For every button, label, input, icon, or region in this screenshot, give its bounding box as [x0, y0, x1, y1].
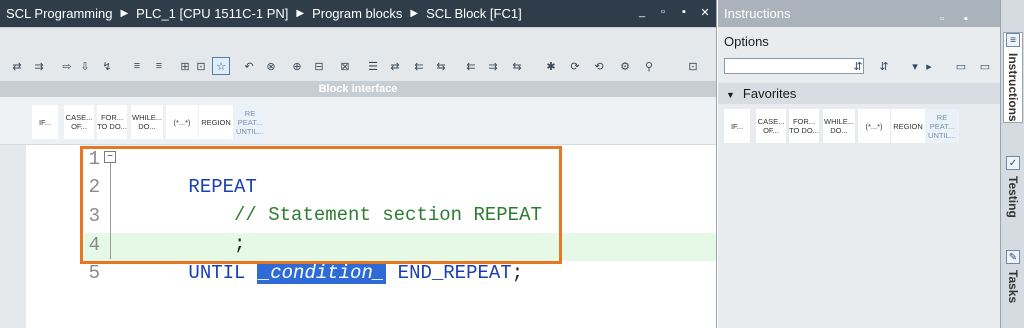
- toolbar-icon[interactable]: ⇇: [462, 57, 480, 75]
- breadcrumb: SCL Programming ▶ PLC_1 [CPU 1511C-1 PN]…: [0, 0, 716, 27]
- fold-toggle-icon[interactable]: −: [104, 151, 116, 163]
- restore-icon[interactable]: ▫: [656, 5, 670, 19]
- toolbar-icon[interactable]: ⇉: [30, 57, 48, 75]
- toolbar-icon[interactable]: ☰: [364, 57, 382, 75]
- toolbar-icon[interactable]: ⇨: [58, 57, 76, 75]
- favorites-area: IF... CASE... OF... FOR... TO DO... WHILE..…: [718, 104, 1000, 328]
- minimize-icon[interactable]: _: [635, 5, 649, 19]
- view-dropdown-icon[interactable]: ▾: [906, 58, 924, 74]
- toolbar-icon[interactable]: ⇉: [484, 57, 502, 75]
- breadcrumb-item-project[interactable]: SCL Programming: [6, 6, 112, 21]
- layout-alt-icon[interactable]: ▭: [976, 58, 994, 74]
- fav-instruction-button[interactable]: (*...*): [858, 109, 890, 143]
- toolbar-icon[interactable]: ⊗: [262, 57, 280, 75]
- instructions-title: Instructions: [724, 6, 791, 21]
- restore-icon[interactable]: ▫: [940, 6, 944, 33]
- fold-guide-line: [110, 163, 111, 259]
- toolbar-icon[interactable]: ⊡: [192, 57, 210, 75]
- fav-instruction-button[interactable]: IF...: [724, 109, 750, 143]
- editor-instruction-button[interactable]: RE PEAT... UNTIL...: [233, 105, 267, 139]
- condition-placeholder[interactable]: _condition_: [256, 262, 387, 284]
- favorites-label: Favorites: [742, 86, 797, 101]
- layout-icon[interactable]: ▭: [952, 58, 970, 74]
- breadcrumb-separator-icon: ▶: [120, 8, 129, 19]
- block-interface-bar[interactable]: Block interface: [0, 81, 716, 97]
- task-cards-bar: ≡ Instructions ✓ Testing ✎ Tasks: [1000, 0, 1024, 328]
- keyword-until: UNTIL: [188, 262, 246, 284]
- toolbar-icon[interactable]: ⟲: [590, 57, 608, 75]
- toolbar-icon[interactable]: ⚙: [616, 57, 634, 75]
- toolbar-icon[interactable]: ⚲: [640, 57, 658, 75]
- favorites-header[interactable]: ▼ Favorites: [718, 83, 1000, 104]
- editor-toolbar: ⇄ ⇉ ⇨ ⇩ ↯ ≡ ≡ ⊞ ⊡ ☆ ↶ ⊗ ⊕ ⊟ ⊠ ☰ ⇄ ⇇ ⇆ ⇇ ⇉ ⇆ ✱ ⟳ ⟲ ⚙ ⚲ ⊡: [0, 27, 716, 81]
- toolbar-icon[interactable]: ⇇: [410, 57, 428, 75]
- instruction-search-input[interactable]: [724, 58, 864, 74]
- maximize-icon[interactable]: ▪: [964, 6, 968, 33]
- maximize-icon[interactable]: ▪: [677, 5, 691, 19]
- close-icon[interactable]: ✕: [698, 5, 712, 19]
- task-card-tab[interactable]: ✎ Tasks: [1003, 250, 1023, 303]
- window-controls: _ ▫ ▪ ✕: [635, 5, 712, 19]
- chevron-right-icon[interactable]: ▸: [924, 58, 934, 74]
- search-down-icon[interactable]: ⇵: [849, 58, 867, 74]
- task-card-label: Testing: [1006, 176, 1020, 218]
- toolbar-icon[interactable]: ⊡: [684, 57, 702, 75]
- toolbar-icon[interactable]: ⊟: [310, 57, 328, 75]
- keyword-end-repeat: END_REPEAT: [397, 262, 512, 284]
- instructions-header: Instructions ▫ ▪: [718, 0, 1000, 27]
- breadcrumb-separator-icon: ▶: [296, 8, 305, 19]
- fav-instruction-button[interactable]: FOR... TO DO...: [789, 109, 819, 143]
- collapse-triangle-icon: ▼: [726, 90, 735, 100]
- toolbar-icon[interactable]: ↶: [240, 57, 258, 75]
- fav-instruction-button[interactable]: REGION: [891, 109, 925, 143]
- breadcrumb-item-plc[interactable]: PLC_1 [CPU 1511C-1 PN]: [136, 6, 288, 21]
- instruction-strip: IF... CASE... OF... FOR... TO DO... WHILE..…: [0, 97, 716, 145]
- editor-instruction-button[interactable]: WHILE... DO...: [131, 105, 163, 139]
- highlight-frame: [80, 146, 562, 264]
- breadcrumb-item-block[interactable]: SCL Block [FC1]: [426, 6, 522, 21]
- toolbar-icon[interactable]: ☆: [212, 57, 230, 75]
- editor-instruction-button[interactable]: CASE... OF...: [64, 105, 94, 139]
- task-card-label: Tasks: [1006, 270, 1020, 304]
- toolbar-icon[interactable]: ✱: [542, 57, 560, 75]
- toolbar-icon[interactable]: ≡: [128, 57, 146, 75]
- fav-instruction-button[interactable]: RE PEAT... UNTIL...: [925, 109, 959, 143]
- toolbar-icon[interactable]: ⇄: [386, 57, 404, 75]
- breadcrumb-separator-icon: ▶: [410, 8, 419, 19]
- editor-instruction-button[interactable]: FOR... TO DO...: [97, 105, 127, 139]
- task-card-tab[interactable]: ≡ Instructions: [1003, 32, 1023, 123]
- instructions-panel: Instructions ▫ ▪ Options ⇵ ⇵ ▾ ▸ ▭ ▭ ▼ Fa…: [718, 0, 1000, 328]
- options-label: Options: [724, 34, 769, 49]
- breadcrumb-item-program-blocks[interactable]: Program blocks: [312, 6, 402, 21]
- task-card-label: Instructions: [1006, 53, 1020, 122]
- task-card-icon: ≡: [1006, 33, 1020, 47]
- editor-instruction-button[interactable]: IF...: [32, 105, 58, 139]
- editor-instruction-button[interactable]: REGION: [199, 105, 233, 139]
- editor-instruction-button[interactable]: (*...*): [166, 105, 198, 139]
- task-card-icon: ✎: [1006, 250, 1020, 264]
- toolbar-icon[interactable]: ⟳: [566, 57, 584, 75]
- toolbar-icon[interactable]: ⊠: [336, 57, 354, 75]
- task-card-tab[interactable]: ✓ Testing: [1003, 156, 1023, 218]
- toolbar-icon[interactable]: ⇆: [432, 57, 450, 75]
- toolbar-icon[interactable]: ↯: [98, 57, 116, 75]
- editor-panel: SCL Programming ▶ PLC_1 [CPU 1511C-1 PN]…: [0, 0, 717, 328]
- fav-instruction-button[interactable]: WHILE... DO...: [823, 109, 855, 143]
- editor-gutter: [0, 145, 26, 328]
- toolbar-icon[interactable]: ⇩: [76, 57, 94, 75]
- toolbar-icon[interactable]: ⇄: [8, 57, 26, 75]
- code-editor[interactable]: 1 2 3 4 5 REPEAT // Statement section RE…: [0, 145, 716, 328]
- search-up-icon[interactable]: ⇵: [875, 58, 893, 74]
- toolbar-icon[interactable]: ≡: [150, 57, 168, 75]
- fav-instruction-button[interactable]: CASE... OF...: [756, 109, 786, 143]
- toolbar-icon[interactable]: ⊕: [288, 57, 306, 75]
- task-card-icon: ✓: [1006, 156, 1020, 170]
- toolbar-icon[interactable]: ⇆: [508, 57, 526, 75]
- statement-terminator: ;: [511, 262, 524, 284]
